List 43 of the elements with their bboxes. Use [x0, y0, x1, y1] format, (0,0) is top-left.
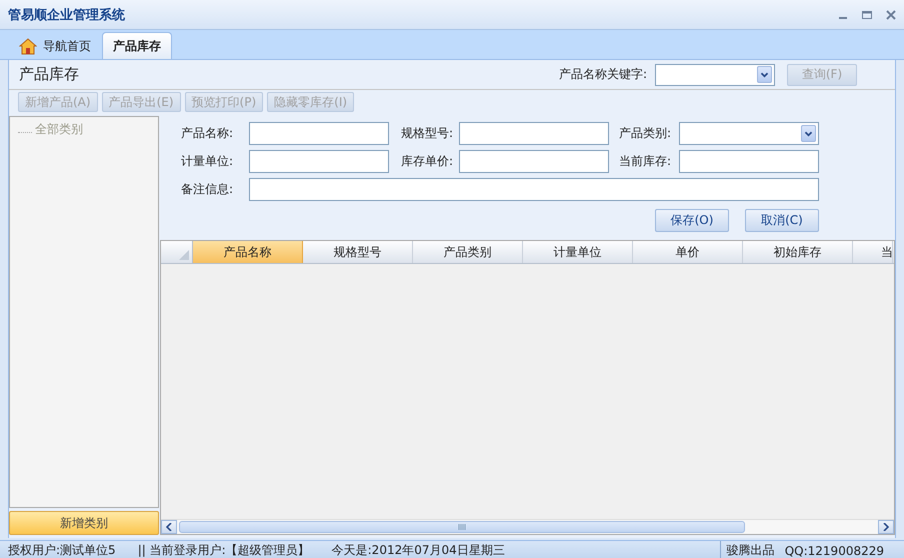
category-combo[interactable]	[679, 122, 819, 145]
input-field[interactable]	[249, 122, 389, 145]
status-text: 今天是:2012年07月04日星期三	[332, 542, 505, 558]
status-text: 授权用户:测试单位5	[8, 542, 116, 558]
column-header[interactable]: 产品名称	[193, 241, 303, 263]
column-header[interactable]: 当	[853, 241, 893, 263]
tab[interactable]: 导航首页	[8, 32, 102, 59]
field-label: 规格型号:	[401, 125, 454, 142]
input-field[interactable]	[679, 150, 819, 173]
page-title: 产品库存	[19, 65, 80, 84]
maximize-icon[interactable]	[862, 10, 872, 20]
house-icon	[19, 38, 37, 54]
grip-icon[interactable]	[458, 524, 466, 530]
add-category-button[interactable]: 新增类别	[9, 511, 159, 535]
column-header[interactable]: 初始库存	[743, 241, 853, 263]
column-header[interactable]: 规格型号	[303, 241, 413, 263]
column-header[interactable]: 单价	[633, 241, 743, 263]
dropdown-icon[interactable]	[757, 66, 772, 83]
column-header[interactable]: 产品类别	[413, 241, 523, 263]
keyword-combo[interactable]	[655, 64, 775, 86]
input-field[interactable]	[459, 150, 609, 173]
form-button[interactable]: 保存(O)	[655, 209, 729, 232]
status-text: 骏腾出品	[726, 542, 775, 558]
dropdown-icon[interactable]	[801, 125, 816, 142]
column-header[interactable]: 计量单位	[523, 241, 633, 263]
field-label: 当前库存:	[619, 153, 672, 170]
window-title: 管易顺企业管理系统	[8, 6, 126, 24]
input-field[interactable]	[249, 150, 389, 173]
status-text: || 当前登录用户:【超级管理员】	[138, 542, 310, 558]
status-text: QQ:1219008229	[784, 544, 884, 558]
field-label: 备注信息:	[181, 181, 234, 198]
field-label: 产品名称:	[181, 125, 234, 142]
close-icon[interactable]	[886, 10, 896, 20]
notes-field[interactable]	[249, 178, 819, 201]
select-all-icon[interactable]	[179, 250, 189, 260]
form-button[interactable]: 取消(C)	[745, 209, 819, 232]
input-field[interactable]	[459, 122, 609, 145]
field-label: 计量单位:	[181, 153, 234, 170]
horizontal-scrollbar[interactable]	[161, 519, 894, 534]
field-label: 产品类别:	[619, 125, 672, 142]
field-label: 库存单价:	[401, 153, 454, 170]
tab[interactable]: 产品库存	[102, 32, 172, 59]
keyword-label: 产品名称关键字:	[558, 66, 647, 83]
